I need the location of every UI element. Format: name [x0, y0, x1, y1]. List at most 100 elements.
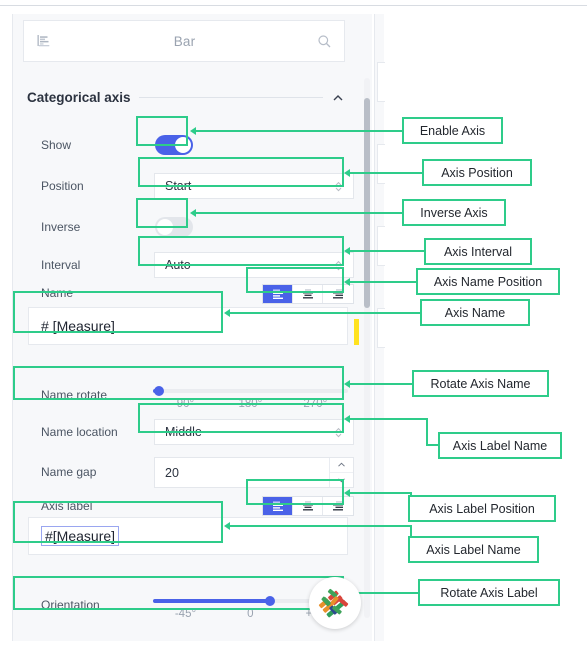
- axis-name-value: # [Measure]: [41, 318, 115, 334]
- row-label-name: Name: [41, 286, 74, 300]
- name-location-select[interactable]: Middle: [154, 419, 354, 445]
- slider-fill: [153, 599, 270, 603]
- stepper-spinners[interactable]: [329, 458, 353, 487]
- connector: [350, 250, 426, 252]
- arrow-head: [344, 169, 350, 177]
- arrow-head: [344, 247, 350, 255]
- align-right-icon[interactable]: [323, 497, 353, 515]
- arrow-head: [344, 380, 350, 388]
- annotation-axis-label-position: Axis Label Position: [408, 495, 556, 522]
- chevron-updown-icon: [334, 259, 343, 272]
- row-label-show: Show: [41, 138, 72, 152]
- arrow-head: [344, 489, 350, 497]
- arrow-head: [190, 209, 196, 217]
- chevron-updown-icon: [334, 180, 343, 193]
- row-label-orientation: Orientation: [41, 598, 100, 612]
- row-label-position: Position: [41, 179, 84, 193]
- bar-chart-icon: [36, 33, 52, 49]
- toggle-knob: [175, 137, 191, 153]
- row-label-axis-label: Axis label: [41, 499, 93, 513]
- stepper-down-icon[interactable]: [330, 473, 353, 488]
- inline-marker: [354, 319, 359, 345]
- connector: [350, 383, 414, 385]
- slider-tick: -45°: [174, 608, 197, 620]
- row-label-name-gap: Name gap: [41, 465, 97, 479]
- annotation-axis-label-name-2: Axis Label Name: [408, 536, 539, 563]
- arrow-head: [190, 127, 196, 135]
- search-icon[interactable]: [317, 34, 332, 49]
- axis-name-align-group[interactable]: [262, 284, 354, 304]
- slider-handle[interactable]: [265, 596, 275, 606]
- name-rotate-slider[interactable]: 90° 180° 270°: [153, 385, 348, 413]
- interval-select[interactable]: Auto: [154, 252, 354, 278]
- row-label-inverse: Inverse: [41, 220, 81, 234]
- annotation-axis-interval: Axis Interval: [424, 238, 532, 265]
- name-gap-value[interactable]: 20: [155, 458, 329, 487]
- slider-tick: 90°: [176, 398, 195, 410]
- show-toggle[interactable]: [155, 135, 193, 155]
- inverse-toggle[interactable]: [155, 217, 193, 237]
- axis-label-token[interactable]: #[Measure]: [41, 526, 120, 546]
- arrow-head: [344, 278, 350, 286]
- interval-value: Auto: [165, 258, 191, 272]
- annotation-axis-name-position: Axis Name Position: [416, 268, 560, 295]
- edge-card: [377, 308, 385, 348]
- slider-ticks: 90° 180° 270°: [153, 398, 348, 410]
- connector: [196, 130, 404, 132]
- arrow-head: [224, 522, 230, 530]
- slider-tick: 0: [247, 608, 254, 620]
- align-center-icon[interactable]: [293, 285, 323, 303]
- arrow-head: [224, 309, 230, 317]
- row-label-name-location: Name location: [41, 425, 118, 439]
- name-gap-stepper[interactable]: 20: [154, 457, 354, 488]
- align-left-icon[interactable]: [263, 497, 293, 515]
- app-logo[interactable]: [309, 577, 361, 629]
- top-divider: [0, 5, 587, 6]
- app-logo-icon: [318, 588, 349, 618]
- position-value: Start: [165, 179, 192, 193]
- connector: [230, 312, 422, 314]
- connector: [230, 525, 412, 527]
- annotation-enable-axis: Enable Axis: [402, 117, 503, 144]
- position-select[interactable]: Start: [154, 173, 354, 199]
- toggle-knob: [157, 219, 173, 235]
- align-center-icon[interactable]: [293, 497, 323, 515]
- annotation-inverse-axis: Inverse Axis: [402, 199, 506, 226]
- edge-card: [377, 144, 385, 184]
- edge-card: [377, 62, 385, 102]
- row-label-name-rotate: Name rotate: [41, 388, 108, 402]
- slider-tick: 180°: [238, 398, 263, 410]
- edge-card: [377, 226, 385, 266]
- stepper-up-icon[interactable]: [330, 458, 353, 473]
- connector: [350, 172, 424, 174]
- row-label-interval: Interval: [41, 258, 81, 272]
- arrow-head: [344, 415, 350, 423]
- annotation-axis-name: Axis Name: [420, 299, 530, 326]
- slider-tick: 270°: [303, 398, 328, 410]
- axis-label-align-group[interactable]: [262, 496, 354, 516]
- connector: [350, 281, 418, 283]
- section-header-categorical-axis[interactable]: Categorical axis: [27, 90, 345, 105]
- annotation-axis-position: Axis Position: [422, 159, 532, 186]
- axis-label-input[interactable]: #[Measure]: [28, 517, 348, 555]
- chart-type-search-bar[interactable]: Bar: [23, 20, 345, 62]
- align-left-icon[interactable]: [263, 285, 293, 303]
- annotation-rotate-axis-label: Rotate Axis Label: [418, 579, 560, 606]
- settings-panel: Bar Categorical axis Show Position Start…: [12, 14, 372, 641]
- align-right-icon[interactable]: [323, 285, 353, 303]
- annotation-rotate-axis-name: Rotate Axis Name: [412, 370, 549, 397]
- annotation-axis-label-name-1: Axis Label Name: [438, 432, 562, 459]
- adjacent-panel-edge: [374, 14, 385, 641]
- chart-type-label: Bar: [173, 33, 196, 49]
- connector: [350, 418, 428, 420]
- connector: [426, 418, 428, 446]
- section-title: Categorical axis: [27, 90, 131, 105]
- name-location-value: Middle: [165, 425, 202, 439]
- connector: [350, 492, 412, 494]
- chevron-updown-icon: [334, 426, 343, 439]
- slider-handle[interactable]: [154, 386, 164, 396]
- section-divider: [138, 97, 323, 98]
- connector: [196, 212, 404, 214]
- slider-track[interactable]: [153, 389, 348, 393]
- chevron-up-icon[interactable]: [331, 91, 345, 105]
